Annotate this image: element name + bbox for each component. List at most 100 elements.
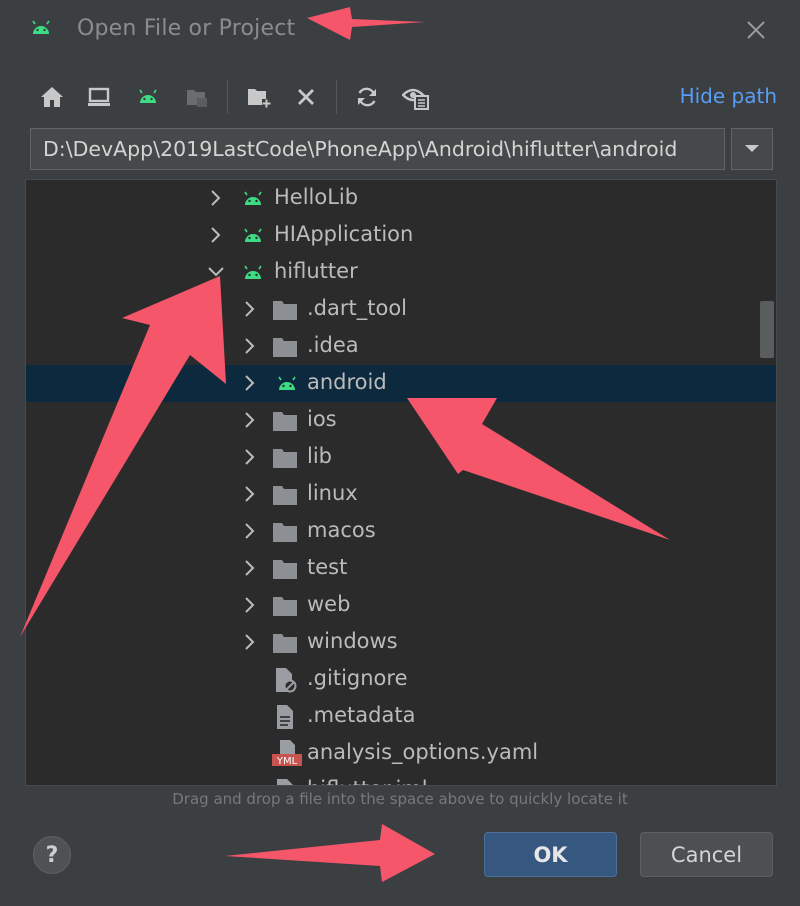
tree-row[interactable]: HelloLib [26,180,776,217]
tree-row[interactable]: ios [26,402,776,439]
show-hidden-icon [402,88,429,110]
android-icon [30,20,52,40]
tree-row[interactable]: android [26,365,776,402]
path-input[interactable] [31,129,724,169]
android-icon [240,223,266,249]
module-icon [187,90,207,107]
close-button[interactable] [740,14,772,46]
tree-row[interactable]: hiflutter [26,254,776,291]
project-button[interactable] [131,80,165,114]
file-tree[interactable]: HelloLib HIApplication hiflutter .dart_tool… [25,179,777,786]
chevron-right-icon[interactable] [241,485,259,503]
tree-row[interactable]: lib [26,439,776,476]
new-folder-button[interactable] [242,80,276,114]
folder-icon [272,630,298,656]
tree-item-label: hiflutter [274,259,358,283]
folder-icon [272,445,298,471]
tree-item-label: .idea [307,333,359,357]
tree-item-label: HelloLib [274,185,359,209]
tree-item-label: android [307,370,387,394]
ignored-file-icon [272,667,298,693]
folder-icon [272,482,298,508]
tree-row[interactable]: linux [26,476,776,513]
tree-row[interactable]: .idea [26,328,776,365]
tree-item-label: ios [307,407,337,431]
tree-item-label: .gitignore [307,666,408,690]
desktop-button[interactable] [82,80,116,114]
chevron-right-icon[interactable] [241,411,259,429]
chevron-right-icon[interactable] [241,633,259,651]
tree-row[interactable]: .gitignore [26,661,776,698]
text-file-icon [272,704,298,730]
ok-arrow [225,824,435,882]
chevron-right-icon[interactable] [241,596,259,614]
tree-row[interactable]: test [26,550,776,587]
help-button[interactable]: ? [33,836,71,874]
delete-button[interactable] [289,80,323,114]
chevron-right-icon[interactable] [241,337,259,355]
android-icon [240,186,266,212]
folder-icon [272,408,298,434]
home-button[interactable] [35,80,69,114]
folder-icon [272,519,298,545]
tree-row[interactable]: YML analysis_options.yaml [26,735,776,772]
tree-item-label: web [307,592,351,616]
refresh-button[interactable] [350,80,384,114]
tree-item-label: lib [307,444,332,468]
desktop-icon [88,87,110,106]
tree-item-label: linux [307,481,358,505]
chevron-right-icon[interactable] [241,300,259,318]
tree-row[interactable]: .dart_tool [26,291,776,328]
folder-icon [272,334,298,360]
tree-row[interactable]: HIApplication [26,217,776,254]
path-dropdown-button[interactable] [731,128,773,170]
path-field[interactable] [30,128,725,170]
hide-path-link[interactable]: Hide path [680,84,777,108]
tree-row[interactable]: hiflutter.iml [26,772,776,785]
toolbar-separator [227,80,228,114]
tree-row[interactable]: macos [26,513,776,550]
svg-text:YML: YML [276,756,298,767]
folder-icon [272,556,298,582]
tree-row[interactable]: web [26,587,776,624]
tree-item-label: .dart_tool [307,296,408,320]
tree-row[interactable]: windows [26,624,776,661]
yaml-file-icon: YML [272,740,302,767]
toolbar-separator [336,80,337,114]
chevron-down-icon[interactable] [207,263,225,281]
home-icon [41,87,63,107]
module-button[interactable] [180,80,214,114]
chevron-right-icon[interactable] [241,374,259,392]
chevron-right-icon[interactable] [207,189,225,207]
refresh-icon [358,87,376,107]
tree-item-label: HIApplication [274,222,414,246]
drag-drop-hint: Drag and drop a file into the space abov… [172,790,628,808]
android-project-icon [139,89,157,103]
show-hidden-button[interactable] [399,80,433,114]
tree-item-label: test [307,555,348,579]
delete-icon [298,89,314,105]
tree-item-label: windows [307,629,398,653]
chevron-right-icon[interactable] [241,559,259,577]
iml-file-icon [272,778,298,785]
tree-item-label: .metadata [307,703,416,727]
chevron-down-icon [745,145,759,152]
new-folder-icon [248,89,271,108]
chevron-right-icon[interactable] [241,448,259,466]
chevron-right-icon[interactable] [241,522,259,540]
ok-button[interactable]: OK [484,832,617,877]
tree-item-label: analysis_options.yaml [307,740,539,764]
tree-item-label: macos [307,518,376,542]
toolbar: Hide path [30,78,780,118]
window-title: Open File or Project [77,16,296,41]
android-icon [274,371,300,397]
folder-icon [272,593,298,619]
tree-row[interactable]: .metadata [26,698,776,735]
tree-item-label: hiflutter.iml [307,777,428,785]
android-icon [240,260,266,286]
chevron-right-icon[interactable] [207,226,225,244]
tree-scrollbar[interactable] [760,301,774,358]
close-icon [747,21,765,39]
cancel-button[interactable]: Cancel [640,832,773,877]
title-bar: Open File or Project [0,0,800,64]
